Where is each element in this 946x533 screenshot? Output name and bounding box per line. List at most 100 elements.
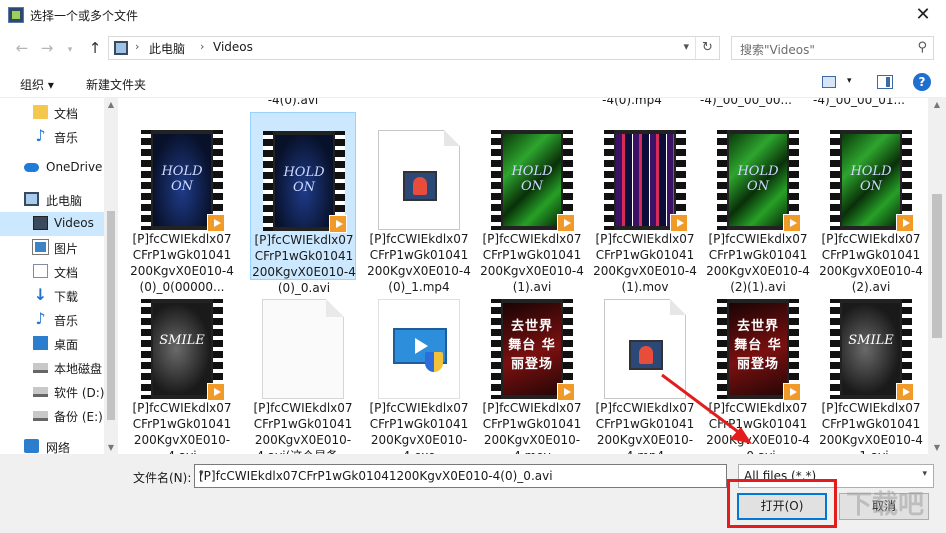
thumbnail-logo-text: SMILE: [159, 333, 205, 348]
sidebar-item[interactable]: 图片: [0, 236, 104, 260]
executable-icon: [378, 299, 460, 399]
filename-dropdown-icon[interactable]: ▾: [199, 469, 722, 479]
file-list-scrollbar[interactable]: ▲ ▼: [928, 98, 946, 454]
file-list-scrollbar-thumb[interactable]: [932, 194, 942, 338]
video-thumbnail: SMILE: [830, 299, 914, 401]
video-thumbnail: [604, 130, 688, 232]
organize-button[interactable]: 组织 ▾: [20, 76, 54, 93]
file-tile[interactable]: [P]fcCWIEkdlx07CFrP1wGk01041200KgvX0E010…: [366, 281, 472, 454]
thumbnail-logo-text: HOLD ON: [161, 164, 203, 194]
file-tile[interactable]: SMILE [P]fcCWIEkdlx07CFrP1wGk01041200KgvX…: [129, 281, 235, 454]
address-dropdown-icon[interactable]: ▾: [683, 40, 689, 53]
change-view-icon[interactable]: [822, 76, 836, 88]
file-tile[interactable]: 去世界舞台 华丽登场 [P]fcCWIEkdlx07CFrP1wGk0104120…: [705, 281, 811, 454]
recent-dropdown-icon[interactable]: ▾: [60, 40, 80, 60]
forward-arrow-icon[interactable]: →: [37, 38, 57, 58]
back-arrow-icon[interactable]: ←: [12, 38, 32, 58]
file-tile[interactable]: [P]fcCWIEkdlx07CFrP1wGk01041200KgvX0E010…: [592, 281, 698, 454]
file-tile[interactable]: [P]fcCWIEkdlx07CFrP1wGk01041200KgvX0E010…: [592, 112, 698, 294]
sidebar-item[interactable]: OneDrive: [0, 156, 104, 180]
play-badge-icon: [896, 214, 914, 232]
film-perforation: [491, 299, 501, 399]
desktop-icon: [33, 336, 48, 350]
thumbnail-caption-text: 去世界舞台 华丽登场: [734, 319, 782, 372]
video-thumbnail: HOLD ON: [717, 130, 801, 232]
filename-label: 文件名(N):: [133, 471, 192, 485]
video-frame: HOLD ON: [842, 134, 900, 226]
sidebar-item[interactable]: 本地磁盘: [0, 356, 104, 380]
sidebar-item-label: 此电脑: [46, 194, 83, 208]
new-folder-button[interactable]: 新建文件夹: [86, 76, 146, 93]
title-bar: 选择一个或多个文件 ✕: [0, 0, 946, 30]
sidebar-item[interactable]: 桌面: [0, 332, 104, 356]
thumbnail-caption-text: 去世界舞台 华丽登场: [508, 319, 556, 372]
sidebar-item[interactable]: ♪ 音乐: [0, 125, 104, 149]
play-badge-icon: [557, 383, 575, 401]
disk-icon: [33, 387, 48, 397]
media-file-icon: [604, 299, 686, 399]
sidebar-item[interactable]: 文档: [0, 101, 104, 125]
file-name: [P]fcCWIEkdlx07CFrP1wGk01041200KgvX0E010…: [253, 401, 353, 454]
file-tile[interactable]: HOLD ON [P]fcCWIEkdlx07CFrP1wGk01041200Kg…: [705, 112, 811, 294]
sidebar-item-label: 桌面: [54, 338, 79, 352]
preview-pane-icon[interactable]: [877, 75, 893, 89]
sidebar-item[interactable]: 此电脑: [0, 188, 104, 212]
film-perforation: [717, 130, 727, 230]
breadcrumb-videos[interactable]: Videos: [213, 40, 253, 54]
file-tile[interactable]: [P]fcCWIEkdlx07CFrP1wGk01041200KgvX0E010…: [250, 281, 356, 454]
file-tile[interactable]: HOLD ON [P]fcCWIEkdlx07CFrP1wGk01041200Kg…: [818, 112, 924, 294]
nav-scrollbar[interactable]: ▲ ▼: [104, 98, 118, 454]
play-badge-icon: [783, 214, 801, 232]
search-input[interactable]: 搜索"Videos" ⚲: [731, 36, 934, 60]
scroll-down-icon[interactable]: ▼: [104, 443, 118, 452]
media-file-icon: [378, 130, 460, 230]
video-frame: SMILE: [153, 303, 211, 395]
breadcrumb-this-pc[interactable]: 此电脑: [149, 40, 185, 57]
file-name: [P]fcCWIEkdlx07CFrP1wGk01041200KgvX0E010…: [482, 401, 582, 454]
sidebar-item-label: 软件 (D:): [54, 386, 105, 400]
sidebar-item-label: 图片: [54, 242, 79, 256]
filename-input[interactable]: [P]fcCWIEkdlx07CFrP1wGk01041200KgvX0E010…: [194, 464, 727, 488]
scroll-up-icon[interactable]: ▲: [104, 100, 118, 109]
file-tile[interactable]: 去世界舞台 华丽登场 [P]fcCWIEkdlx07CFrP1wGk0104120…: [479, 281, 585, 454]
film-perforation: [141, 299, 151, 399]
sidebar-item[interactable]: ↓ 下载: [0, 284, 104, 308]
file-name-partial[interactable]: -4(0).mp4: [582, 98, 682, 107]
this-pc-icon: [114, 41, 128, 55]
sidebar-item[interactable]: Videos: [0, 212, 104, 236]
file-name-partial[interactable]: -4(0).avi: [243, 98, 343, 107]
file-name-partial[interactable]: -4)_00_00_00...: [696, 98, 796, 107]
help-icon[interactable]: ?: [913, 73, 931, 91]
video-thumbnail: 去世界舞台 华丽登场: [491, 299, 575, 401]
close-button[interactable]: ✕: [900, 0, 946, 30]
file-type-dropdown-icon[interactable]: ▾: [922, 469, 927, 479]
file-tile[interactable]: HOLD ON [P]fcCWIEkdlx07CFrP1wGk01041200Kg…: [479, 112, 585, 294]
sidebar-item-label: 文档: [54, 107, 79, 121]
scroll-up-icon[interactable]: ▲: [928, 100, 946, 109]
up-arrow-icon[interactable]: ↑: [85, 38, 105, 58]
refresh-icon[interactable]: ↻: [695, 37, 719, 59]
sidebar-item[interactable]: 文档: [0, 260, 104, 284]
file-tile[interactable]: HOLD ON [P]fcCWIEkdlx07CFrP1wGk01041200Kg…: [250, 112, 356, 295]
play-badge-icon: [670, 214, 688, 232]
sidebar-item[interactable]: 网络: [0, 435, 104, 454]
scroll-down-icon[interactable]: ▼: [928, 443, 946, 452]
sidebar-item[interactable]: 软件 (D:): [0, 380, 104, 404]
file-name: [P]fcCWIEkdlx07CFrP1wGk01041200KgvX0E010…: [369, 401, 469, 454]
thumbnail-logo-text: HOLD ON: [511, 164, 553, 194]
play-badge-icon: [207, 383, 225, 401]
watermark-logo: 下载吧: [846, 490, 925, 520]
sidebar-item[interactable]: 备份 (E:): [0, 404, 104, 428]
toolbar: 组织 ▾ 新建文件夹 ▾ ?: [0, 68, 946, 98]
file-tile[interactable]: HOLD ON [P]fcCWIEkdlx07CFrP1wGk01041200Kg…: [129, 112, 235, 294]
address-bar[interactable]: › 此电脑 › Videos ▾ ↻: [108, 36, 720, 60]
sidebar-item[interactable]: ♪ 音乐: [0, 308, 104, 332]
file-name-partial[interactable]: -4)_00_00_01...: [809, 98, 909, 107]
file-name: [P]fcCWIEkdlx07CFrP1wGk01041200KgvX0E010…: [706, 401, 810, 454]
file-tile[interactable]: [P]fcCWIEkdlx07CFrP1wGk01041200KgvX0E010…: [366, 112, 472, 294]
film-balloon-icon: [403, 171, 437, 201]
file-list: -4(0).avi -4(0).mp4 -4)_00_00_00... -4)_…: [120, 98, 928, 454]
view-options-dropdown-icon[interactable]: ▾: [847, 76, 852, 86]
file-tile[interactable]: SMILE [P]fcCWIEkdlx07CFrP1wGk01041200KgvX…: [818, 281, 924, 454]
nav-scrollbar-thumb[interactable]: [107, 211, 115, 420]
